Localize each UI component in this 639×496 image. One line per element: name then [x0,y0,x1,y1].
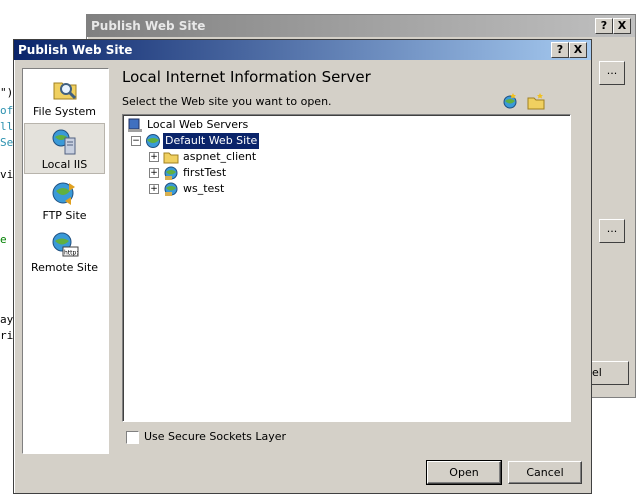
tree-node-label: aspnet_client [183,150,257,163]
ftp-globe-icon [52,182,75,205]
expand-toggle[interactable]: + [149,152,159,162]
expand-toggle[interactable]: + [149,168,159,178]
web-application-icon [164,166,178,180]
close-button[interactable]: X [613,18,631,34]
tree-toolbar [501,92,571,130]
tree-node-label: ws_test [183,182,225,195]
servers-icon [128,118,142,132]
tree-node-label: firstTest [183,166,227,179]
help-button[interactable]: ? [551,42,569,58]
sidebar-item-label: FTP Site [42,209,87,222]
http-globe-icon: http: [52,232,78,257]
create-web-application-icon[interactable] [501,92,519,110]
sidebar-item-file-system[interactable]: File System [24,71,105,122]
ssl-checkbox-row[interactable]: Use Secure Sockets Layer [126,430,286,444]
svg-text:http:: http: [64,250,78,257]
web-site-icon [146,134,160,148]
background-titlebar: Publish Web Site ? X [87,15,635,37]
page-title: Local Internet Information Server [122,68,371,86]
instruction-text: Select the Web site you want to open. [122,95,332,108]
cancel-button[interactable]: Cancel [508,461,582,484]
code-line: ri [0,329,14,342]
folder-magnifier-icon [53,82,76,100]
tree-node-label: Local Web Servers [147,118,249,131]
sidebar-item-label: Local IIS [41,158,88,171]
ssl-label: Use Secure Sockets Layer [144,430,287,443]
browse-button[interactable]: ... [599,61,625,85]
dialog-titlebar: Publish Web Site ? X [14,40,591,60]
sidebar-item-local-iis[interactable]: Local IIS [24,123,105,174]
sidebar-item-remote-site[interactable]: http: Remote Site [24,227,105,278]
web-site-tree[interactable]: Local Web Servers − Default Web Site + a… [122,114,571,422]
folder-icon [163,152,179,164]
close-button[interactable]: X [569,42,587,58]
sidebar-item-ftp-site[interactable]: FTP Site [24,175,105,226]
location-sidebar: File System Local IIS FTP Site http: Rem… [22,68,109,454]
collapse-toggle[interactable]: − [131,136,141,146]
tree-node-label: Default Web Site [161,132,261,150]
dialog-title: Publish Web Site [18,43,133,57]
background-cancel-button[interactable]: el [587,361,629,385]
browse-button[interactable]: ... [599,219,625,243]
web-application-icon [164,182,178,196]
code-line: ll [0,120,14,133]
help-button[interactable]: ? [595,18,613,34]
code-line: ") [0,86,14,99]
code-line: of [0,104,14,117]
sidebar-item-label: File System [33,105,96,118]
open-button[interactable]: Open [426,460,502,485]
code-line: vi [0,168,14,181]
code-line: ay [0,313,14,326]
sidebar-item-label: Remote Site [30,261,99,274]
expand-toggle[interactable]: + [149,184,159,194]
background-dialog-title: Publish Web Site [91,19,206,33]
code-line: Se [0,136,14,149]
publish-web-site-dialog: Publish Web Site ? X File System Local I… [13,39,592,494]
create-virtual-directory-icon[interactable] [527,92,545,110]
server-globe-icon [52,129,75,155]
code-line: e [0,233,7,246]
ssl-checkbox[interactable] [126,430,139,444]
